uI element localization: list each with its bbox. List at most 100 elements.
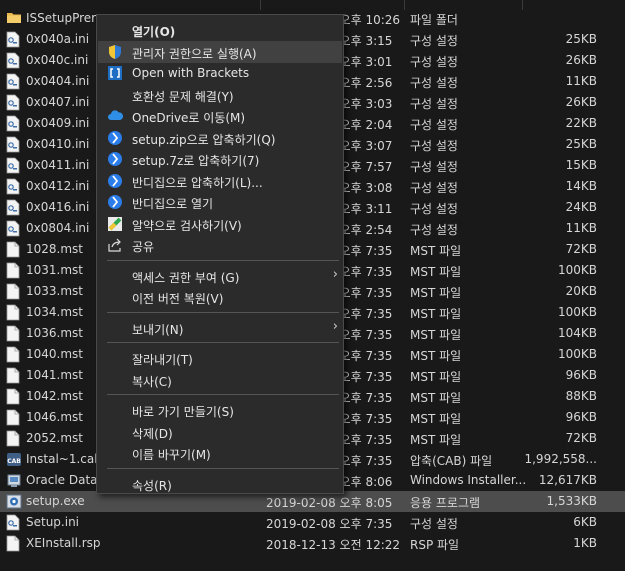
- ini-file-icon: [6, 136, 20, 153]
- file-size: 1KB: [573, 536, 597, 550]
- cab-icon: CAB: [6, 451, 21, 468]
- menu-item-6[interactable]: setup.7z로 압축하기(7): [98, 148, 342, 170]
- file-date: 2019-02-08 오후 7:35: [266, 517, 393, 531]
- ini-file-icon: [6, 514, 20, 531]
- file-size: 1,533KB: [546, 494, 597, 508]
- file-size: 11KB: [565, 221, 597, 235]
- menu-item-7[interactable]: 반디집으로 압축하기(L)...: [98, 170, 342, 192]
- file-row[interactable]: XEInstall.rsp 2018-12-13 오전 12:22 RSP 파일 1K…: [0, 533, 625, 554]
- file-size: 72KB: [565, 242, 597, 256]
- file-type: 구성 설정: [410, 76, 458, 90]
- menu-item-4[interactable]: OneDrive로 이동(M): [98, 105, 342, 127]
- onedrive-icon: [107, 108, 124, 124]
- menu-item-label: setup.7z로 압축하기(7): [132, 154, 260, 168]
- menu-item-17[interactable]: 삭제(D): [98, 421, 342, 443]
- menu-item-14[interactable]: 잘라내기(T): [98, 347, 342, 369]
- menu-item-18[interactable]: 이름 바꾸기(M): [98, 442, 342, 464]
- file-icon: [6, 535, 20, 552]
- file-icon: [6, 325, 20, 342]
- menu-item-13[interactable]: 보내기(N) ›: [98, 317, 342, 339]
- menu-item-10[interactable]: 공유: [98, 234, 342, 256]
- menu-item-label: 반디집으로 열기: [132, 197, 214, 211]
- shield-icon: [107, 44, 123, 60]
- file-name: 0x0407.ini: [26, 95, 90, 109]
- file-row[interactable]: Setup.ini 2019-02-08 오후 7:35 구성 설정 6KB: [0, 512, 625, 533]
- menu-item-1[interactable]: 관리자 권한으로 실행(A): [98, 40, 342, 63]
- share-icon: [107, 237, 123, 253]
- menu-item-12[interactable]: 이전 버전 복원(V): [98, 286, 342, 308]
- bandizip-icon: [107, 151, 123, 167]
- file-size: 24KB: [565, 200, 597, 214]
- file-name: 0x040c.ini: [26, 53, 89, 67]
- file-type: RSP 파일: [410, 538, 460, 552]
- file-type: 구성 설정: [410, 34, 458, 48]
- file-icon: [6, 409, 20, 426]
- file-name: 0x0416.ini: [26, 200, 90, 214]
- file-type: MST 파일: [410, 265, 462, 279]
- file-name: XEInstall.rsp: [26, 536, 101, 550]
- menu-item-label: 공유: [132, 240, 155, 254]
- menu-item-label: Open with Brackets: [132, 66, 250, 80]
- column-divider[interactable]: [522, 0, 523, 10]
- file-type: 파일 폴더: [410, 13, 458, 27]
- menu-item-label: 호환성 문제 해결(Y): [132, 89, 234, 104]
- file-type: MST 파일: [410, 391, 462, 405]
- chevron-right-icon: ›: [332, 266, 338, 282]
- file-type: 구성 설정: [410, 118, 458, 132]
- file-name: 1040.mst: [26, 347, 83, 361]
- column-divider[interactable]: [404, 0, 405, 10]
- file-name: Instal~1.cab: [26, 452, 102, 466]
- menu-item-0[interactable]: 열기(O): [98, 19, 342, 41]
- file-size: 96KB: [565, 410, 597, 424]
- svg-text:CAB: CAB: [7, 458, 21, 465]
- file-type: 구성 설정: [410, 139, 458, 153]
- menu-item-8[interactable]: 반디집으로 열기: [98, 191, 342, 213]
- column-divider[interactable]: [260, 0, 261, 10]
- menu-item-label: 이름 바꾸기(M): [132, 448, 211, 462]
- context-menu: 열기(O) 관리자 권한으로 실행(A) Open with Brackets 호환성…: [96, 14, 344, 494]
- file-size: 25KB: [565, 32, 597, 46]
- file-type: MST 파일: [410, 286, 462, 300]
- brackets-icon: [107, 65, 123, 81]
- menu-item-5[interactable]: setup.zip으로 압축하기(Q): [98, 127, 342, 149]
- file-icon: [6, 346, 20, 363]
- menu-item-11[interactable]: 액세스 권한 부여 (G) ›: [98, 265, 342, 287]
- file-icon: [6, 283, 20, 300]
- menu-item-2[interactable]: Open with Brackets: [98, 62, 342, 84]
- file-type: 응용 프로그램: [410, 496, 481, 510]
- menu-item-15[interactable]: 복사(C): [98, 369, 342, 391]
- file-name: 1028.mst: [26, 242, 83, 256]
- bandizip-icon: [107, 130, 123, 146]
- file-size: 6KB: [573, 515, 597, 529]
- file-type: MST 파일: [410, 244, 462, 258]
- file-size: 72KB: [565, 431, 597, 445]
- folder-icon: [6, 10, 21, 27]
- menu-item-9[interactable]: 알약으로 검사하기(V): [98, 213, 342, 235]
- file-type: MST 파일: [410, 412, 462, 426]
- menu-item-label: 속성(R): [132, 478, 172, 493]
- file-name: 1046.mst: [26, 410, 83, 424]
- menu-item-label: 반디집으로 압축하기(L)...: [132, 175, 263, 190]
- menu-item-3[interactable]: 호환성 문제 해결(Y): [98, 84, 342, 106]
- file-type: 구성 설정: [410, 202, 458, 216]
- menu-item-label: 삭제(D): [132, 426, 173, 441]
- msi-icon: [6, 472, 21, 489]
- setup-exe-icon: [6, 493, 22, 510]
- file-name: Setup.ini: [26, 515, 80, 529]
- file-icon: [6, 304, 20, 321]
- ini-file-icon: [6, 199, 20, 216]
- file-size: 104KB: [557, 326, 597, 340]
- file-name: 0x0804.ini: [26, 221, 90, 235]
- file-icon: [6, 430, 20, 447]
- file-type: 구성 설정: [410, 181, 458, 195]
- menu-item-label: 보내기(N): [132, 322, 184, 337]
- file-size: 1,992,558...: [524, 452, 597, 466]
- ini-file-icon: [6, 31, 20, 48]
- chevron-right-icon: ›: [332, 318, 338, 334]
- file-name: 0x0412.ini: [26, 179, 90, 193]
- file-name: 1041.mst: [26, 368, 83, 382]
- menu-item-label: OneDrive로 이동(M): [132, 111, 246, 125]
- menu-item-16[interactable]: 바로 가기 만들기(S): [98, 399, 342, 421]
- file-name: 1042.mst: [26, 389, 83, 403]
- menu-item-19[interactable]: 속성(R): [98, 473, 342, 495]
